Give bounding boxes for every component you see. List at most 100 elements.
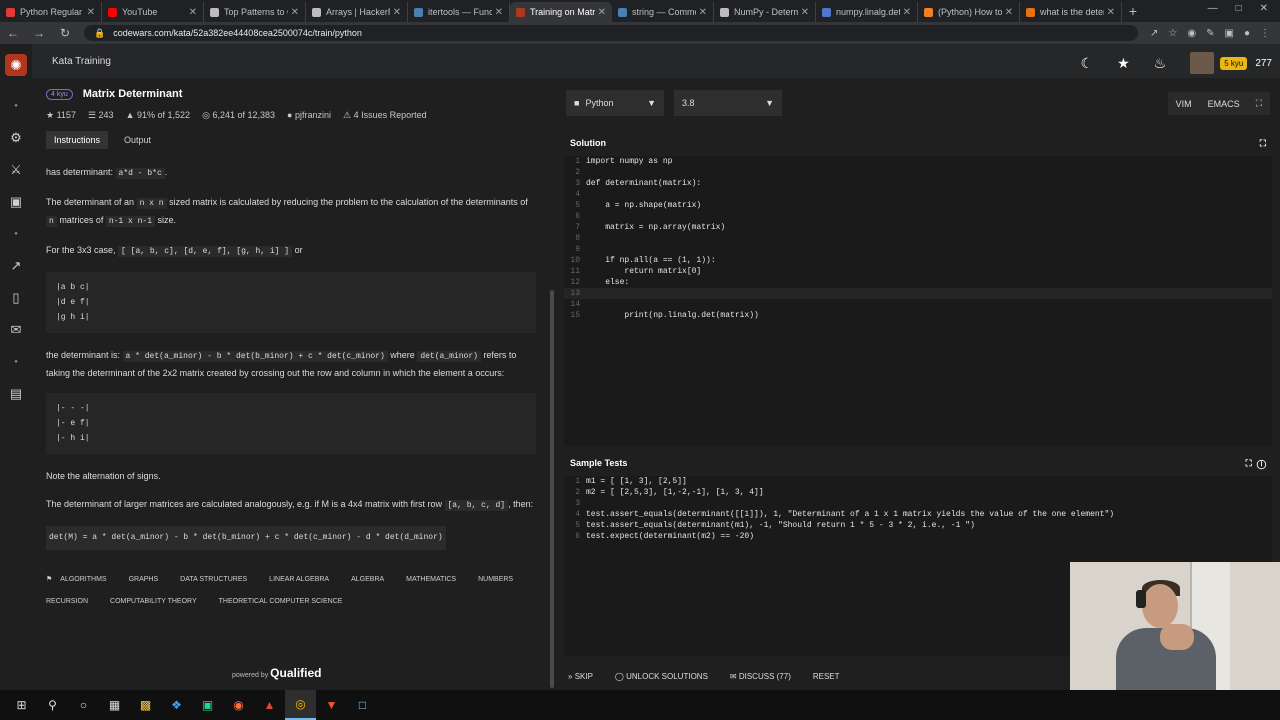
profile-icon[interactable]: ●	[1244, 28, 1250, 39]
forward-icon[interactable]: →	[32, 26, 46, 40]
close-tab-icon[interactable]: ✕	[1005, 7, 1013, 18]
chat-icon[interactable]: ✉	[11, 314, 22, 346]
vscode-icon[interactable]: ❖	[161, 690, 192, 720]
browser-tab-bar: Python Regular Ex✕YouTube✕Top Patterns t…	[0, 0, 1280, 22]
practice-icon[interactable]: ⚔	[10, 154, 22, 186]
file-explorer-icon[interactable]: ▩	[130, 690, 161, 720]
codewars-logo-icon[interactable]: ✺	[5, 54, 27, 76]
extension-icon[interactable]: ◉	[1187, 28, 1196, 39]
language-select[interactable]: ■ Python ▼	[566, 90, 664, 116]
expand-icon[interactable]: ⛶	[1245, 458, 1251, 468]
discuss-icon: ✉	[729, 672, 737, 681]
browser-tab[interactable]: Training on Matri ✕	[510, 2, 612, 22]
pycharm-icon[interactable]: ▣	[192, 690, 223, 720]
close-tab-icon[interactable]: ✕	[699, 7, 707, 18]
solution-editor[interactable]: 1 import numpy as np 2 3 def determinant(mat…	[564, 156, 1272, 446]
close-tab-icon[interactable]: ✕	[903, 7, 911, 18]
fullscreen-icon[interactable]: ⛶	[1248, 92, 1270, 115]
vim-mode-button[interactable]: VIM	[1168, 93, 1200, 115]
tab-output[interactable]: Output	[116, 131, 159, 149]
tag[interactable]: ALGEBRA	[351, 572, 384, 588]
avatar[interactable]	[1190, 52, 1215, 74]
browser-tab[interactable]: what is the determ✕	[1020, 2, 1122, 22]
help-icon[interactable]: ⓘ	[1257, 458, 1266, 468]
notes-icon[interactable]: □	[347, 690, 378, 720]
browser-tab[interactable]: Top Patterns to Co✕	[204, 2, 306, 22]
close-tab-icon[interactable]: ✕	[189, 7, 197, 18]
tag[interactable]: NUMBERS	[478, 572, 513, 588]
reload-icon[interactable]: ↻	[58, 26, 72, 40]
tag[interactable]: LINEAR ALGEBRA	[269, 572, 329, 588]
completed-stat: ◎ 6,241 of 12,383	[202, 110, 275, 120]
brave-icon[interactable]: ▼	[316, 690, 347, 720]
emacs-mode-button[interactable]: EMACS	[1200, 93, 1248, 115]
firefox-icon[interactable]: ◉	[223, 690, 254, 720]
app-icon[interactable]: ▲	[254, 690, 285, 720]
search-icon[interactable]: ⚲	[37, 690, 68, 720]
close-tab-icon[interactable]: ✕	[495, 7, 503, 18]
share-icon[interactable]: ↗	[1150, 28, 1158, 39]
minimize-icon[interactable]: —	[1208, 3, 1218, 14]
discuss-button[interactable]: ✉ DISCUSS (77)	[730, 672, 791, 681]
close-tab-icon[interactable]: ✕	[291, 7, 299, 18]
tag[interactable]: ALGORITHMS	[60, 572, 106, 588]
close-tab-icon[interactable]: ✕	[87, 7, 95, 18]
tag[interactable]: RECURSION	[46, 594, 88, 610]
tab-instructions[interactable]: Instructions	[46, 131, 109, 149]
tag[interactable]: THEORETICAL COMPUTER SCIENCE	[219, 594, 343, 610]
browser-tab[interactable]: NumPy - Determ ✕	[714, 2, 816, 22]
author-stat[interactable]: ● pjfranzini	[287, 110, 331, 121]
tag[interactable]: COMPUTABILITY THEORY	[110, 594, 197, 610]
favicon-icon	[414, 7, 423, 17]
training-icon[interactable]: ⚙	[10, 122, 22, 154]
issues-stat[interactable]: ⚠ 4 Issues Reported	[343, 110, 427, 121]
close-tab-icon[interactable]: ✕	[393, 7, 401, 18]
bookmark-star-icon[interactable]: ☆	[1168, 28, 1177, 39]
chrome-icon[interactable]: ◎	[285, 690, 316, 720]
docs-icon[interactable]: ▤	[10, 378, 22, 410]
browser-tab[interactable]: Arrays | HackerRa✕	[306, 2, 408, 22]
menu-icon[interactable]: ⋮	[1260, 28, 1270, 39]
close-tab-icon[interactable]: ✕	[1107, 7, 1115, 18]
bag-icon[interactable]: ▣	[10, 186, 22, 218]
stars-stat[interactable]: ★ 1157	[46, 110, 76, 121]
code-line: 4 test.assert_equals(determinant([[1]]), …	[564, 509, 1272, 520]
back-icon[interactable]: ←	[6, 26, 20, 40]
side-navigation: ✺ ● ⚙ ⚔ ▣ ● ↗ ▯ ✉ ● ▤	[0, 44, 32, 690]
version-select[interactable]: 3.8 ▼	[674, 90, 782, 116]
windows-start-icon[interactable]: ⊞	[6, 690, 37, 720]
browser-tab[interactable]: itertools — Functi ✕	[408, 2, 510, 22]
browser-tab[interactable]: Python Regular Ex✕	[0, 2, 102, 22]
expand-icon[interactable]: ⛶	[1260, 138, 1266, 152]
collections-stat[interactable]: ☰ 243	[88, 110, 114, 121]
browser-tab[interactable]: YouTube ✕	[102, 2, 204, 22]
notifications-bell-icon[interactable]: ♨	[1154, 55, 1167, 72]
close-tab-icon[interactable]: ✕	[801, 7, 809, 18]
discord-icon[interactable]: ▯	[12, 282, 19, 314]
browser-tab[interactable]: string — Commo ✕	[612, 2, 714, 22]
line-number: 10	[570, 256, 580, 265]
tag[interactable]: GRAPHS	[129, 572, 159, 588]
browser-tab[interactable]: numpy.linalg.det ✕	[816, 2, 918, 22]
bookmarks-icon[interactable]: ★	[1117, 55, 1130, 72]
task-view-icon[interactable]: ▦	[99, 690, 130, 720]
unlock-solutions-button[interactable]: ◯ UNLOCK SOLUTIONS	[615, 672, 708, 681]
url-field[interactable]: 🔒 codewars.com/kata/52a382ee44408cea2500…	[84, 25, 1139, 41]
trending-icon[interactable]: ↗	[11, 250, 22, 282]
sidebar-icon[interactable]: ▣	[1225, 28, 1234, 39]
scrollbar[interactable]	[550, 290, 554, 688]
close-tab-icon[interactable]: ✕	[598, 7, 606, 18]
maximize-icon[interactable]: □	[1236, 3, 1242, 14]
new-tab-icon[interactable]: +	[1122, 3, 1144, 19]
tag[interactable]: MATHEMATICS	[406, 572, 456, 588]
dark-mode-icon[interactable]: ☾	[1081, 55, 1094, 72]
cortana-icon[interactable]: ○	[68, 690, 99, 720]
breadcrumb[interactable]: Kata Training	[52, 56, 111, 67]
code-line: 5 test.assert_equals(determinant(m1), -1,…	[564, 520, 1272, 531]
puzzle-icon[interactable]: ✎	[1206, 28, 1214, 39]
tag[interactable]: DATA STRUCTURES	[180, 572, 247, 588]
reset-button[interactable]: RESET	[813, 672, 840, 681]
skip-button[interactable]: » SKIP	[568, 672, 593, 681]
close-window-icon[interactable]: ✕	[1260, 3, 1268, 14]
browser-tab[interactable]: (Python) How to u✕	[918, 2, 1020, 22]
